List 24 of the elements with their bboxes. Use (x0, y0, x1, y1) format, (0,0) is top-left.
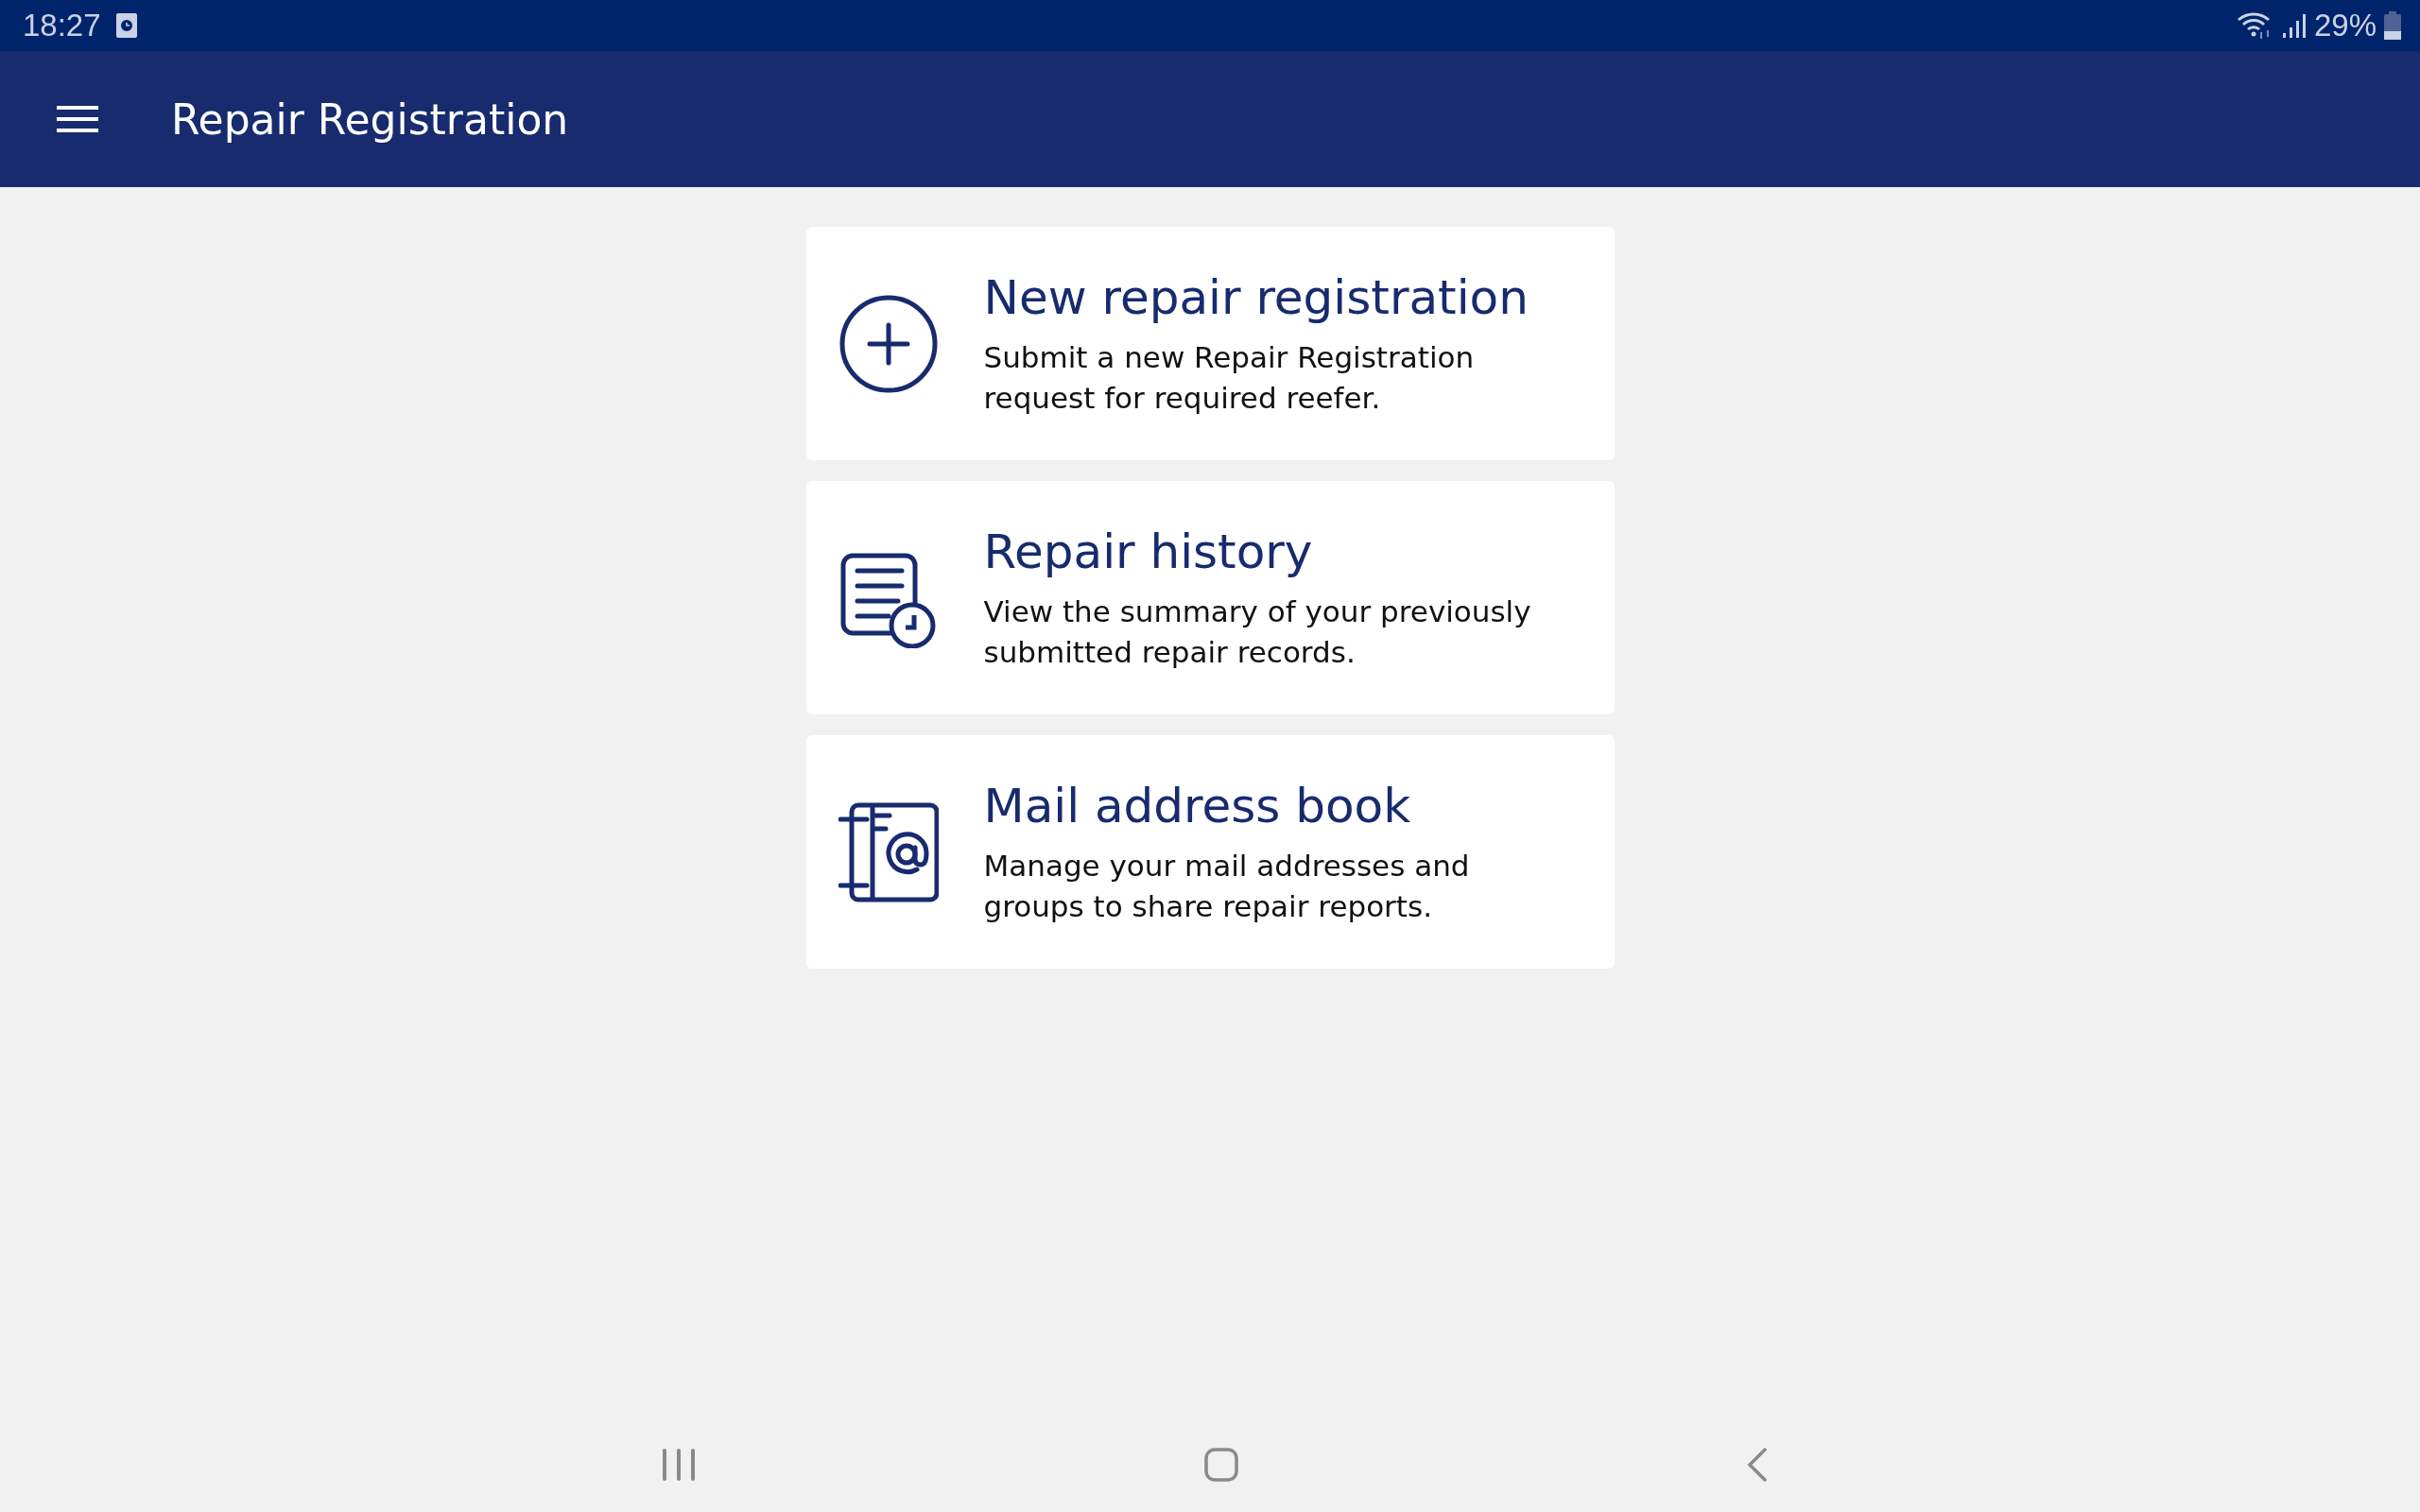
clock-notification-icon (115, 13, 137, 38)
menu-icon (57, 105, 98, 133)
home-button[interactable] (1204, 1448, 1238, 1482)
plus-circle-icon (838, 293, 939, 394)
recent-apps-button[interactable] (662, 1449, 696, 1481)
card-description: Submit a new Repair Registration request for required reefer. (983, 338, 1476, 417)
card-title: Mail address book (983, 777, 1412, 834)
address-book-icon (838, 801, 939, 902)
card-title: New repair registration (983, 268, 1530, 326)
home-icon (1204, 1448, 1238, 1482)
menu-card[interactable]: New repair registration Submit a new Repair Registration request for required reefer. (805, 227, 1615, 460)
app-title: Repair Registration (171, 94, 569, 144)
battery-percent: 29% (2313, 8, 2377, 43)
card-description: View the summary of your previously submitted repair records. (983, 593, 1532, 671)
signal-icon (2281, 12, 2307, 39)
card-description: Manage your mail addresses and groups to share repair reports. (983, 847, 1471, 925)
back-icon (1747, 1448, 1768, 1482)
recent-apps-icon (662, 1449, 696, 1481)
menu-card[interactable]: Repair history View the summary of your previously submitted repair records. (805, 481, 1615, 714)
menu-card[interactable]: Mail address book Manage your mail addresses and groups to share repair reports. (805, 735, 1615, 969)
battery-icon (2384, 11, 2401, 40)
card-title: Repair history (983, 523, 1314, 580)
back-button[interactable] (1747, 1448, 1768, 1482)
status-time: 18:27 (23, 8, 101, 43)
